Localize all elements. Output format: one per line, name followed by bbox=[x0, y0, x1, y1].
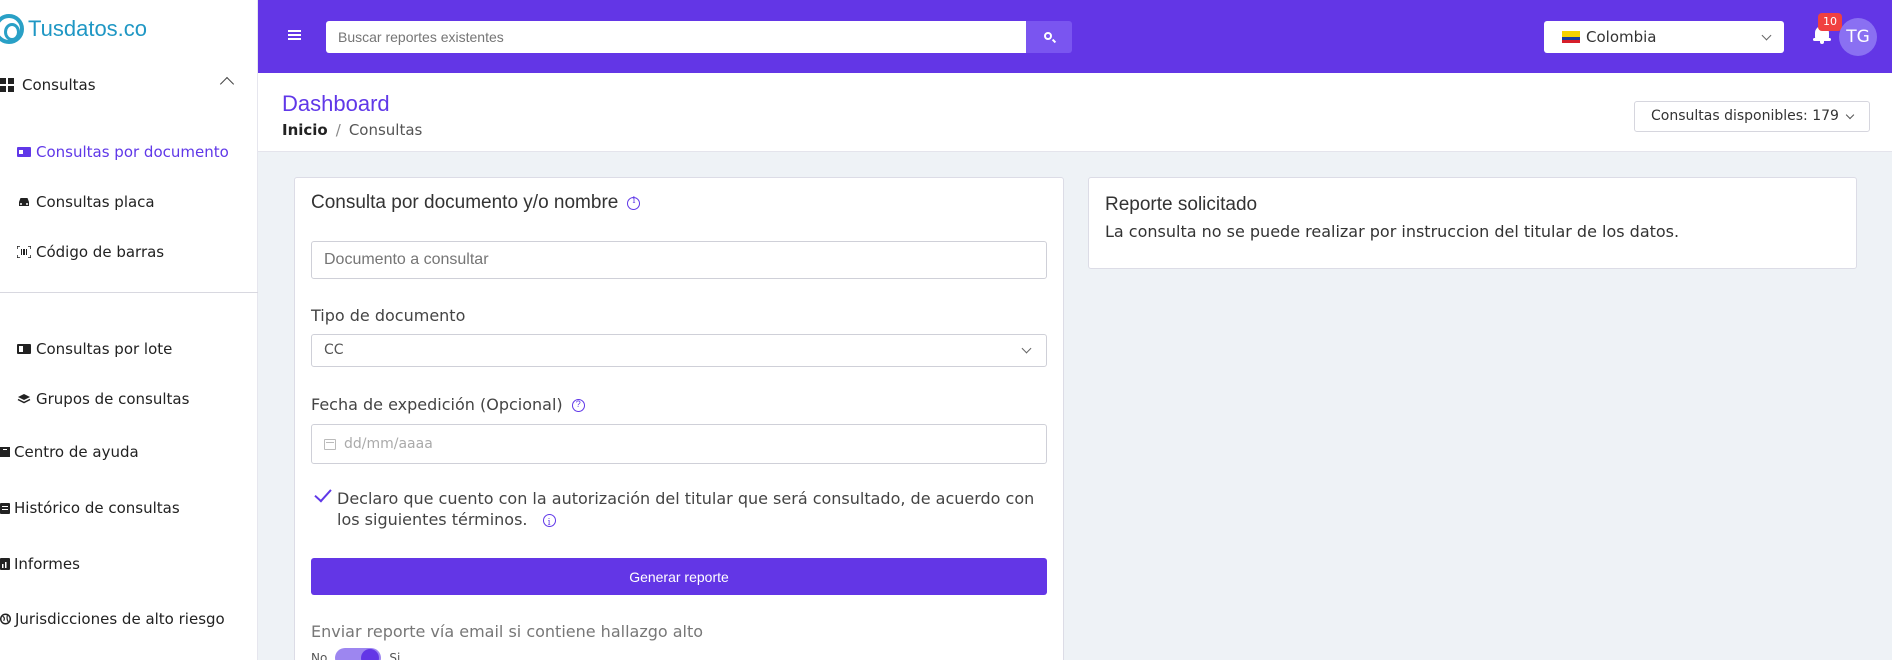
toggle-yes-label: Si bbox=[389, 651, 401, 660]
id-card-icon bbox=[17, 147, 31, 157]
help-icon[interactable] bbox=[571, 399, 585, 412]
calendar-icon bbox=[324, 438, 336, 450]
country-select[interactable]: Colombia bbox=[1544, 21, 1784, 53]
doc-type-label: Tipo de documento bbox=[311, 306, 466, 325]
sidebar-item-label: Consultas placa bbox=[36, 193, 155, 211]
sidebar-link-historico[interactable]: Histórico de consultas bbox=[0, 499, 180, 517]
logo-icon bbox=[0, 14, 24, 44]
colombia-flag-icon bbox=[1562, 31, 1580, 43]
grid-icon bbox=[0, 78, 14, 92]
chevron-up-icon[interactable] bbox=[219, 76, 235, 92]
sidebar-link-label: Jurisdicciones de alto riesgo bbox=[15, 610, 225, 628]
doc-type-value: CC bbox=[324, 342, 344, 358]
query-form-card: Consulta por documento y/o nombre Tipo d… bbox=[294, 177, 1064, 660]
brand-name: Tusdatos.co bbox=[28, 16, 148, 41]
chevron-down-icon bbox=[1845, 110, 1855, 120]
sidebar-item-label: Código de barras bbox=[36, 243, 165, 261]
book-icon bbox=[17, 344, 31, 354]
sidebar-item-grupos-consultas[interactable]: Grupos de consultas bbox=[17, 390, 189, 408]
doc-type-select[interactable]: CC bbox=[311, 334, 1047, 367]
page-title: Dashboard bbox=[282, 91, 390, 116]
breadcrumb: Inicio / Consultas bbox=[282, 121, 422, 139]
search-icon bbox=[1044, 32, 1052, 40]
car-icon bbox=[19, 198, 29, 206]
chevron-down-icon bbox=[1021, 343, 1032, 354]
generate-report-button[interactable]: Generar reporte bbox=[311, 558, 1047, 595]
email-toggle[interactable] bbox=[335, 648, 382, 660]
clipboard-icon bbox=[0, 503, 10, 514]
barcode-icon bbox=[17, 246, 31, 258]
checkmark-icon[interactable] bbox=[314, 484, 332, 503]
hamburger-menu-icon[interactable] bbox=[288, 30, 301, 40]
sidebar-item-consultas-lote[interactable]: Consultas por lote bbox=[17, 340, 172, 358]
date-label: Fecha de expedición (Opcional) bbox=[311, 395, 563, 414]
report-card: Reporte solicitado La consulta no se pue… bbox=[1088, 177, 1857, 269]
email-option-label: Enviar reporte vía email si contiene hal… bbox=[311, 622, 704, 641]
available-queries-label: Consultas disponibles: 179 bbox=[1651, 108, 1839, 124]
info-icon[interactable] bbox=[627, 196, 641, 210]
chevron-down-icon bbox=[1761, 30, 1772, 41]
book-icon bbox=[0, 447, 10, 457]
breadcrumb-home[interactable]: Inicio bbox=[282, 121, 328, 139]
layers-icon bbox=[17, 394, 31, 404]
toggle-no-label: No bbox=[311, 651, 328, 660]
sidebar-item-label: Grupos de consultas bbox=[36, 390, 190, 408]
sidebar-link-informes[interactable]: Informes bbox=[0, 555, 80, 573]
date-input[interactable]: dd/mm/aaaa bbox=[311, 424, 1047, 464]
report-icon bbox=[0, 558, 10, 570]
date-placeholder: dd/mm/aaaa bbox=[344, 436, 433, 452]
info-icon[interactable] bbox=[542, 513, 556, 534]
page-header: Dashboard Inicio / Consultas Consultas dis… bbox=[258, 73, 1892, 152]
report-message: La consulta no se puede realizar por ins… bbox=[1105, 222, 1680, 241]
email-toggle-row: No Si bbox=[311, 648, 400, 660]
report-title: Reporte solicitado bbox=[1105, 194, 1258, 215]
sidebar-item-consultas-documento[interactable]: Consultas por documento bbox=[17, 143, 229, 161]
sidebar-link-centro-ayuda[interactable]: Centro de ayuda bbox=[0, 443, 139, 461]
sidebar-link-label: Centro de ayuda bbox=[14, 443, 139, 461]
sidebar-item-label: Consultas por documento bbox=[36, 143, 229, 161]
declaration-text: Declaro que cuento con la autorización d… bbox=[337, 489, 1035, 529]
sidebar-item-label: Consultas por lote bbox=[36, 340, 173, 358]
sidebar-link-jurisdicciones[interactable]: Jurisdicciones de alto riesgo bbox=[0, 610, 225, 628]
sidebar-item-codigo-barras[interactable]: Código de barras bbox=[17, 243, 164, 261]
sidebar-link-label: Informes bbox=[14, 555, 80, 573]
notification-badge: 10 bbox=[1818, 13, 1842, 31]
form-title: Consulta por documento y/o nombre bbox=[311, 192, 619, 213]
toggle-knob bbox=[361, 649, 380, 660]
brand-logo[interactable]: Tusdatos.co bbox=[0, 14, 147, 44]
document-input[interactable] bbox=[311, 241, 1047, 279]
breadcrumb-separator: / bbox=[335, 121, 341, 139]
globe-icon bbox=[0, 613, 11, 625]
sidebar-link-label: Histórico de consultas bbox=[14, 499, 180, 517]
search-button[interactable] bbox=[1026, 21, 1072, 53]
search-input[interactable] bbox=[326, 21, 1044, 53]
country-value: Colombia bbox=[1586, 28, 1657, 46]
sidebar-item-consultas-placa[interactable]: Consultas placa bbox=[17, 193, 155, 211]
avatar[interactable]: TG bbox=[1839, 18, 1877, 56]
breadcrumb-current: Consultas bbox=[348, 121, 423, 139]
sidebar-divider bbox=[0, 292, 258, 293]
sidebar-group-consultas[interactable]: Consultas bbox=[0, 76, 96, 94]
topbar: Colombia 10 TG bbox=[258, 0, 1892, 73]
sidebar: Tusdatos.co Consultas Consultas por docu… bbox=[0, 0, 258, 660]
authorization-declaration: Declaro que cuento con la autorización d… bbox=[337, 488, 1049, 534]
available-queries-dropdown[interactable]: Consultas disponibles: 179 bbox=[1634, 101, 1870, 132]
sidebar-group-label: Consultas bbox=[22, 76, 96, 94]
